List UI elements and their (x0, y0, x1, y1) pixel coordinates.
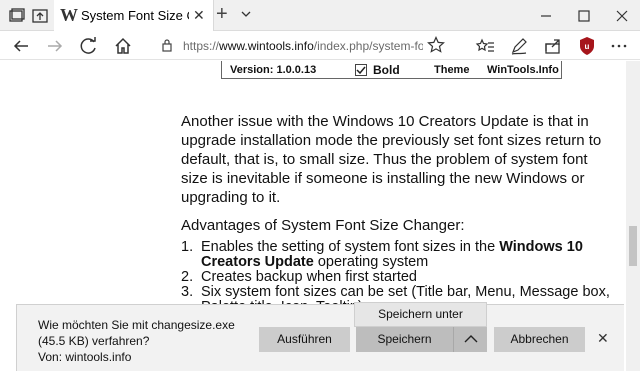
download-source: Von: wintools.info (38, 350, 132, 364)
list-item: 2. Creates backup when first started (181, 269, 417, 285)
chevron-down-icon[interactable] (240, 8, 252, 20)
home-icon[interactable] (112, 35, 134, 57)
minimize-icon[interactable] (536, 6, 556, 26)
share-icon[interactable] (542, 35, 564, 57)
chevron-up-icon (464, 335, 478, 343)
scrollbar-thumb[interactable] (629, 226, 637, 266)
run-button[interactable]: Ausführen (259, 327, 350, 352)
new-tab-button[interactable]: + (216, 4, 228, 24)
bold-label: Bold (373, 63, 400, 77)
more-menu-icon[interactable] (608, 35, 630, 57)
version-label: Version: 1.0.0.13 (230, 64, 317, 76)
download-question: Wie möchten Sie mit changesize.exe (38, 318, 235, 332)
forward-arrow-icon[interactable] (44, 35, 66, 57)
favorites-hub-icon[interactable] (474, 35, 496, 57)
close-icon[interactable] (612, 6, 632, 26)
paragraph-creators-update: Another issue with the Windows 10 Creato… (181, 113, 602, 206)
download-size: (45.5 KB) verfahren? (38, 334, 150, 348)
ublock-shield-icon[interactable]: u (576, 35, 598, 57)
list-item: 1. Enables the setting of system font siz… (181, 239, 583, 270)
site-favicon-icon: W (60, 5, 78, 25)
pen-notes-icon[interactable] (508, 35, 530, 57)
address-bar[interactable]: https://www.wintools.info/index.php/syst… (155, 34, 455, 58)
refresh-icon[interactable] (78, 35, 100, 57)
tab-close-icon[interactable]: ✕ (193, 7, 205, 24)
cancel-button[interactable]: Abbrechen (494, 327, 585, 352)
theme-label: Theme (434, 64, 470, 76)
favorite-star-icon[interactable] (427, 36, 445, 54)
tab-list-icon[interactable] (6, 6, 26, 26)
advantages-heading: Advantages of System Font Size Changer: (181, 217, 465, 234)
save-as-menu-item[interactable]: Speichern unter (354, 302, 487, 327)
site-label: WinTools.Info (487, 64, 559, 76)
download-close-icon[interactable]: ✕ (597, 330, 609, 347)
tab-active[interactable]: W System Font Size Chang ✕ (54, 0, 214, 31)
svg-text:u: u (585, 42, 590, 51)
bold-checkbox (355, 64, 367, 76)
maximize-icon[interactable] (574, 6, 594, 26)
navigation-toolbar: https://www.wintools.info/index.php/syst… (0, 31, 640, 60)
set-aside-tabs-icon[interactable] (30, 6, 50, 26)
page-scrollbar[interactable] (626, 61, 640, 371)
save-options-button[interactable] (453, 327, 487, 352)
download-prompt: Wie möchten Sie mit changesize.exe (45.5… (38, 317, 235, 365)
tab-title: System Font Size Chang (81, 8, 189, 23)
screenshot-strip: Version: 1.0.0.13 Bold Theme WinTools.In… (221, 61, 562, 79)
download-bar: Wie möchten Sie mit changesize.exe (45.5… (16, 304, 624, 371)
lock-icon (162, 39, 172, 52)
title-bar: W System Font Size Chang ✕ + (0, 0, 640, 31)
url-text[interactable]: https://www.wintools.info/index.php/syst… (183, 39, 423, 53)
checkmark-icon (356, 66, 366, 75)
save-button[interactable]: Speichern (356, 327, 453, 352)
back-arrow-icon[interactable] (10, 35, 32, 57)
